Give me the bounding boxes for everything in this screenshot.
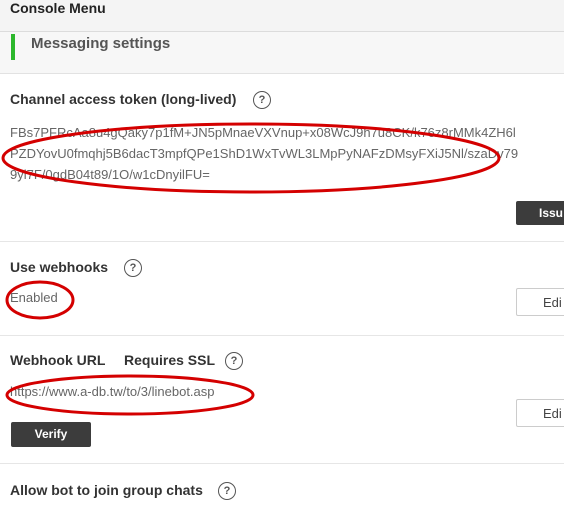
webhook-url-title: Webhook URL	[10, 352, 106, 368]
top-bar: Console Menu	[0, 0, 564, 32]
webhook-url-help-icon[interactable]: ?	[225, 352, 243, 370]
section-header: Messaging settings	[0, 32, 564, 74]
verify-button[interactable]: Verify	[11, 422, 91, 447]
section-header-label: Messaging settings	[31, 35, 171, 52]
group-chats-help-icon[interactable]: ?	[218, 482, 236, 500]
token-line: FBs7PFRcAa8u4gQaky7p1fM+JN5pMnaeVXVnup+x…	[10, 125, 516, 140]
issue-button[interactable]: Issu	[516, 201, 564, 225]
webhook-url-edit-button[interactable]: Edi	[516, 399, 564, 427]
divider	[0, 463, 564, 464]
webhooks-help-icon[interactable]: ?	[124, 259, 142, 277]
token-title: Channel access token (long-lived)	[10, 91, 237, 107]
token-line: PZDYovU0fmqhj5B6dacT3mpfQPe1ShD1WxTvWL3L…	[10, 146, 519, 161]
divider	[0, 241, 564, 242]
requires-ssl-label: Requires SSL	[124, 352, 216, 368]
accent-bar	[11, 34, 15, 60]
page-title: Console Menu	[10, 0, 106, 16]
token-value: FBs7PFRcAa8u4gQaky7p1fM+JN5pMnaeVXVnup+x…	[10, 122, 564, 185]
webhooks-title: Use webhooks	[10, 259, 109, 275]
token-line: 9yl7F/0gdB04t89/1O/w1cDnyilFU=	[10, 167, 210, 182]
webhook-url-value: https://www.a-db.tw/to/3/linebot.asp	[10, 384, 215, 399]
webhooks-status: Enabled	[10, 290, 58, 305]
webhooks-edit-button[interactable]: Edi	[516, 288, 564, 316]
group-chats-title: Allow bot to join group chats	[10, 482, 203, 498]
divider	[0, 335, 564, 336]
token-help-icon[interactable]: ?	[253, 91, 271, 109]
